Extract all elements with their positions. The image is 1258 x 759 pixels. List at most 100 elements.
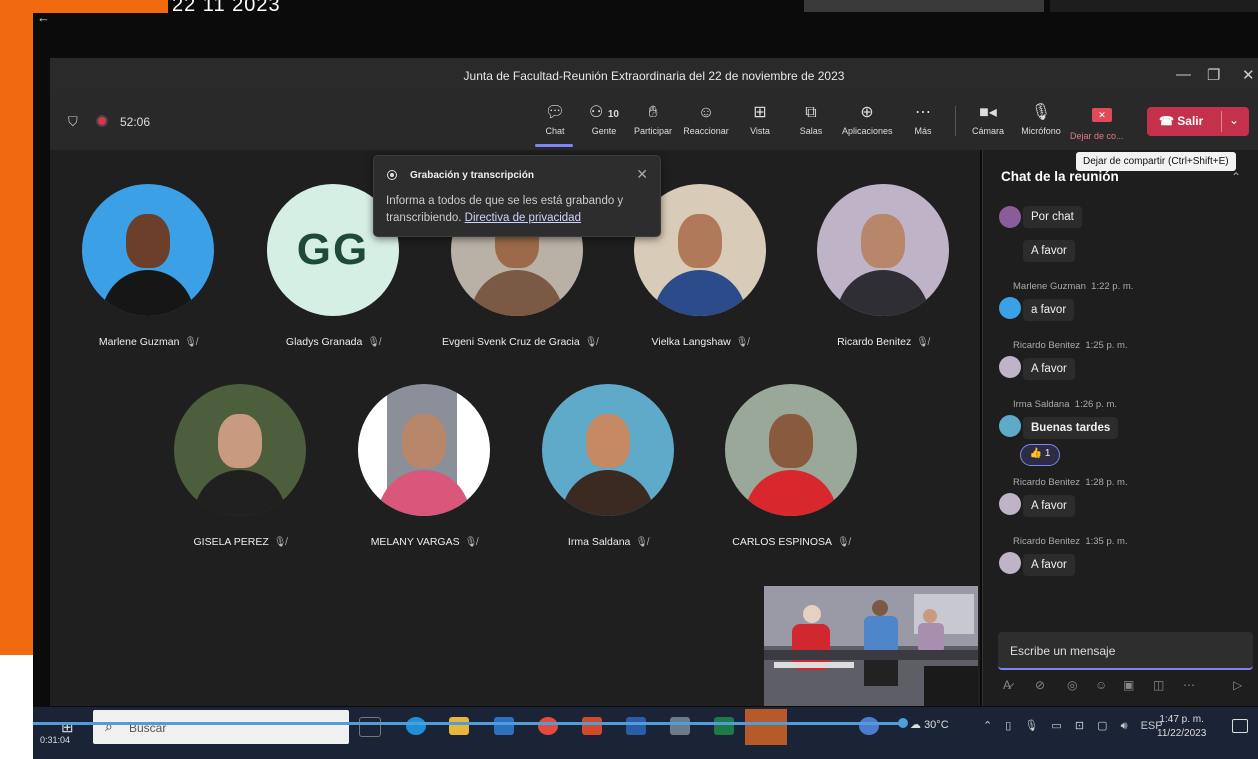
avatar: [358, 384, 490, 516]
reaction-badge[interactable]: 👍 1: [1020, 444, 1060, 466]
mic-button[interactable]: 🎙︎ Micrófono: [1016, 103, 1066, 136]
meeting-toolbar: ⛉ 52:06 💬︎ Chat ⚇ 10 Gente ✋︎ Participar…: [50, 94, 1258, 150]
stop-share-icon[interactable]: ✕: [1092, 108, 1112, 122]
taskbar-clock[interactable]: 1:47 p. m. 11/22/2023: [1157, 713, 1206, 741]
chat-message: A favor: [1023, 240, 1075, 262]
edge-icon[interactable]: [406, 717, 426, 735]
format-icon[interactable]: A̷: [1003, 678, 1011, 692]
system-tray[interactable]: ⌃ ▯ 🎙︎ ▭ ⊡ ▢ 🔊︎ ESP: [983, 719, 1163, 733]
word-icon[interactable]: [626, 717, 646, 735]
sticker-icon[interactable]: ◫: [1153, 678, 1164, 692]
mic-muted-icon: 🎙︎̸: [184, 337, 198, 348]
emoji-icon[interactable]: ☺: [1095, 678, 1107, 692]
chat-panel: Chat de la reunión ⌃ Por chat A favor Ma…: [982, 150, 1258, 706]
people-icon: ⚇ 10: [589, 104, 619, 121]
calculator-icon[interactable]: [670, 717, 690, 735]
orange-frame: [0, 0, 33, 655]
more-icon: ⋯: [915, 104, 931, 121]
apps-button[interactable]: ⊕ Aplicaciones: [842, 103, 893, 136]
video-elapsed-time: 0:31:04: [40, 735, 71, 745]
chat-message-meta: Ricardo Benitez 1:25 p. m.: [1013, 340, 1128, 351]
participant-tile[interactable]: CARLOS ESPINOSA 🎙︎̸: [716, 384, 866, 548]
window-title: Junta de Facultad-Reunión Extraordinaria…: [463, 69, 845, 83]
chat-message-meta: Ricardo Benitez 1:28 p. m.: [1013, 477, 1128, 488]
notifications-icon[interactable]: [1232, 719, 1248, 733]
participant-tile[interactable]: Irma Saldana 🎙︎̸: [533, 384, 683, 548]
windows-start-icon[interactable]: ⊞: [61, 718, 74, 736]
shared-video-preview[interactable]: [764, 586, 978, 706]
shield-icon[interactable]: ⛉: [68, 114, 78, 130]
close-icon[interactable]: ✕: [636, 166, 648, 183]
window-titlebar: Junta de Facultad-Reunión Extraordinaria…: [50, 58, 1258, 94]
back-arrow-icon[interactable]: ←: [37, 10, 50, 25]
message-placeholder: Escribe un mensaje: [1010, 644, 1116, 658]
participant-tile[interactable]: GISELA PEREZ 🎙︎̸: [165, 384, 315, 548]
chevron-up-icon[interactable]: ⌃: [1231, 170, 1241, 184]
chevron-down-icon[interactable]: ⌄: [1229, 113, 1239, 127]
taskbar-search[interactable]: ⌕ Buscar: [93, 710, 349, 744]
avatar: [999, 206, 1021, 228]
video-progress-bar[interactable]: [33, 722, 903, 725]
camera-button[interactable]: ■◂ Cámara: [963, 103, 1013, 136]
raise-hand-button[interactable]: ✋︎ Participar: [628, 103, 678, 136]
weather-icon: ☁︎: [910, 719, 925, 731]
participant-tile[interactable]: Ricardo Benitez 🎙︎̸: [808, 184, 958, 348]
avatar: [82, 184, 214, 316]
video-progress-handle[interactable]: [898, 718, 908, 728]
participant-name: Vielka Langshaw: [651, 336, 731, 348]
excel-icon[interactable]: [714, 717, 734, 735]
chat-message: Por chat: [1023, 206, 1082, 228]
weather-widget[interactable]: ☁︎ 30°C: [910, 718, 949, 731]
rooms-button[interactable]: ⧉ Salas: [786, 103, 836, 136]
mic-muted-icon: 🎙︎̸: [837, 537, 850, 548]
loop-icon[interactable]: ◎: [1067, 678, 1077, 692]
participant-tile[interactable]: Marlene Guzman 🎙︎̸: [73, 184, 223, 348]
close-icon[interactable]: ✕: [1242, 66, 1255, 84]
avatar: [817, 184, 949, 316]
leave-label: ☎ Salir: [1159, 114, 1204, 128]
mic-muted-icon: 🎙︎̸: [273, 537, 287, 548]
meeting-timer: 52:06: [120, 115, 151, 129]
privacy-policy-link[interactable]: Directiva de privacidad: [465, 212, 581, 224]
participant-name: Evgeni Svenk Cruz de Gracia: [442, 336, 580, 348]
network-globe-icon[interactable]: [859, 717, 879, 735]
powerpoint-icon[interactable]: [582, 717, 602, 735]
people-button[interactable]: ⚇ 10 Gente: [579, 103, 629, 136]
white-corner: [0, 655, 33, 759]
chat-icon: 💬︎: [544, 104, 566, 121]
view-button[interactable]: ⊞ Vista: [735, 103, 785, 136]
participant-name: Ricardo Benitez: [837, 336, 912, 348]
attach-icon[interactable]: ⊘: [1035, 678, 1045, 692]
gif-icon[interactable]: ▣: [1123, 678, 1134, 692]
more-icon[interactable]: ⋯: [1183, 678, 1195, 692]
participant-tile[interactable]: MELANY VARGAS 🎙︎̸: [349, 384, 499, 548]
search-icon: ⌕: [105, 718, 113, 734]
participant-name: Irma Saldana: [567, 536, 631, 548]
maximize-icon[interactable]: ❐: [1207, 66, 1220, 84]
teams-icon[interactable]: [745, 709, 787, 745]
participant-name: Gladys Granada: [285, 336, 363, 348]
more-button[interactable]: ⋯ Más: [898, 103, 948, 136]
orange-frame-top: [33, 0, 168, 13]
recording-icon: [96, 115, 108, 127]
minimize-icon[interactable]: —: [1176, 66, 1191, 83]
leave-button[interactable]: ☎ Salir ⌄: [1147, 107, 1249, 136]
react-button[interactable]: ☺ Reaccionar: [681, 103, 731, 136]
chat-message: A favor: [1023, 495, 1075, 517]
camera-icon: ■◂: [979, 104, 997, 121]
mic-muted-icon: 🎙︎̸: [464, 537, 478, 548]
store-icon[interactable]: [494, 717, 514, 735]
message-input[interactable]: Escribe un mensaje: [998, 632, 1253, 670]
chat-message-meta: Ricardo Benitez 1:35 p. m.: [1013, 536, 1128, 547]
stop-share-label[interactable]: Dejar de co...: [1070, 131, 1124, 141]
task-view-icon[interactable]: [359, 717, 381, 737]
chat-button[interactable]: 💬︎ Chat: [530, 103, 580, 136]
send-icon[interactable]: ▷: [1233, 678, 1242, 692]
file-explorer-icon[interactable]: [449, 717, 469, 735]
chrome-icon[interactable]: [538, 717, 558, 735]
chat-title: Chat de la reunión: [1001, 169, 1119, 184]
avatar: [999, 493, 1021, 515]
smiley-icon: ☺: [697, 104, 715, 121]
chat-message: A favor: [1023, 358, 1075, 380]
windows-taskbar: ⊞ ⌕ Buscar ☁︎ 30°C ⌃ ▯ 🎙︎ ▭ ⊡ ▢ 🔊︎ ESP 1…: [33, 707, 1258, 759]
